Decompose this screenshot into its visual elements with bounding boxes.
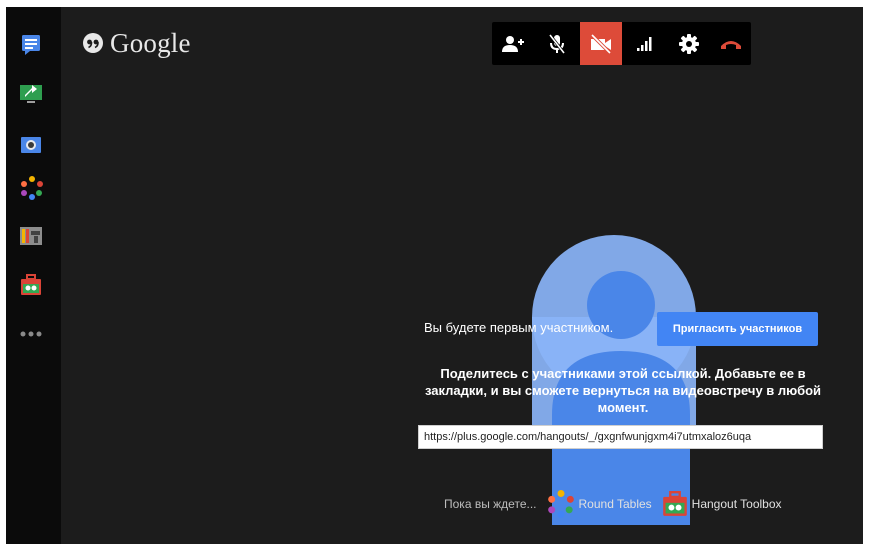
waiting-label: Пока вы ждете... [444, 497, 537, 511]
settings-button[interactable] [668, 22, 710, 65]
hang-up-button[interactable] [710, 22, 752, 65]
add-person-icon [502, 35, 524, 52]
signal-bars-icon [637, 36, 652, 51]
sidebar-item-round-tables[interactable] [20, 176, 43, 200]
screenshare-icon [20, 85, 42, 103]
toolbox-icon [662, 491, 687, 516]
invite-people-button[interactable] [492, 22, 534, 65]
sidebar-item-screenshare[interactable] [20, 83, 42, 105]
hangout-toolbox-link[interactable]: Hangout Toolbox [662, 491, 782, 517]
camera-off-button[interactable] [580, 22, 622, 65]
chat-icon [22, 35, 40, 55]
round-tables-icon [21, 176, 43, 200]
hangout-toolbox-label: Hangout Toolbox [691, 497, 782, 511]
hangouts-logo: Google [82, 28, 191, 58]
mic-off-icon [548, 33, 566, 54]
gear-icon [679, 33, 699, 54]
share-link-instructions: Поделитесь с участниками этой ссылкой. Д… [424, 366, 822, 415]
bandwidth-button[interactable] [624, 22, 666, 65]
hangup-icon [721, 40, 741, 49]
waiting-suggestions: Пока вы ждете... Round Tables Hangout To… [444, 486, 792, 522]
sidebar-item-capture[interactable] [20, 133, 42, 155]
more-dots-icon [20, 331, 42, 337]
mute-mic-button[interactable] [536, 22, 578, 65]
hangouts-quote-icon [83, 33, 103, 53]
round-tables-link[interactable]: Round Tables [547, 490, 652, 518]
call-toolbar [492, 22, 751, 65]
camera-icon [21, 137, 41, 153]
app-sidebar [6, 7, 61, 544]
invite-participants-button[interactable]: Пригласить участников [657, 312, 818, 346]
toolbox-icon [21, 274, 41, 295]
hangout-window: Google Вы будете первым участником. Приг… [6, 7, 863, 544]
control-room-icon [20, 227, 42, 245]
logo-text: Google [110, 27, 191, 58]
camera-off-icon [590, 33, 612, 54]
sidebar-item-more[interactable] [19, 325, 43, 337]
round-tables-icon [547, 490, 574, 518]
sidebar-item-hangout-toolbox[interactable] [20, 274, 42, 296]
sidebar-item-control-room[interactable] [20, 225, 42, 247]
hangout-link-field[interactable] [418, 425, 823, 449]
sidebar-item-chat[interactable] [20, 34, 42, 56]
first-participant-message: Вы будете первым участником. [424, 320, 614, 335]
round-tables-label: Round Tables [578, 497, 652, 511]
